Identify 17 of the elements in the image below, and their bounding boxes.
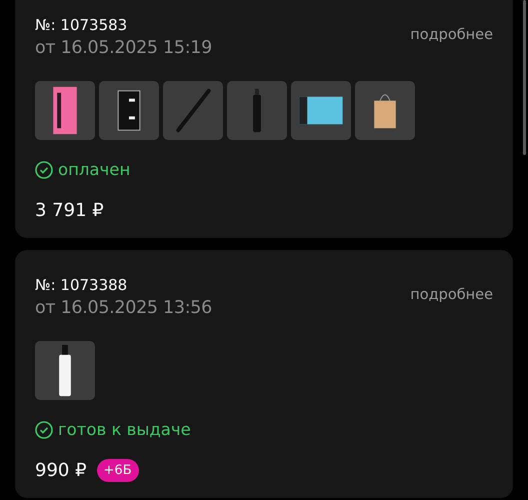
- order-price: 3 791 ₽: [35, 198, 104, 223]
- details-link[interactable]: подробнее: [410, 25, 493, 47]
- bonus-badge: +6Б: [96, 458, 139, 482]
- check-circle-icon: [35, 421, 53, 440]
- order-status: оплачен: [58, 159, 130, 181]
- details-link[interactable]: подробнее: [410, 284, 493, 306]
- product-photo[interactable]: [99, 81, 159, 140]
- order-date: от 16.05.2025 13:56: [35, 296, 212, 320]
- order-number: №: 1073388: [35, 274, 128, 295]
- scrollbar[interactable]: [523, 0, 526, 155]
- product-photo[interactable]: [291, 81, 351, 140]
- order-price: 990 ₽: [35, 458, 87, 482]
- order-status: готов к выдаче: [58, 418, 191, 441]
- order-number: №: 1073583: [35, 15, 128, 35]
- product-photo[interactable]: [35, 81, 95, 140]
- order-date: от 16.05.2025 15:19: [35, 37, 212, 60]
- check-circle-icon: [35, 161, 53, 180]
